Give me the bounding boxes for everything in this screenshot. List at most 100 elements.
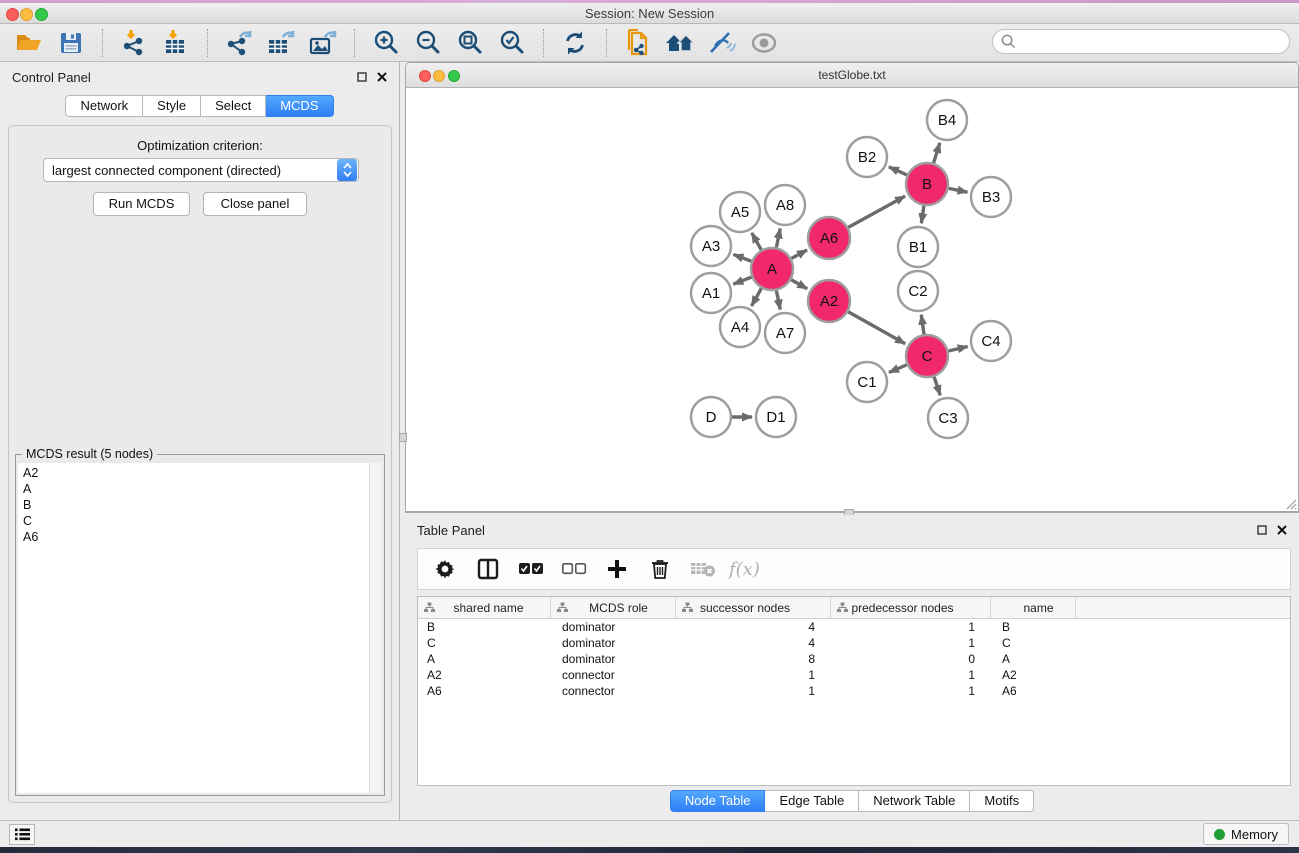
table-row[interactable]: A6connector11A6: [418, 683, 1290, 699]
tab-style[interactable]: Style: [143, 95, 201, 117]
graph-edge-A-A4[interactable]: [752, 288, 762, 306]
toolbar-separator: [102, 29, 103, 57]
close-window-button[interactable]: [6, 8, 19, 21]
criterion-select[interactable]: largest connected component (directed): [43, 158, 359, 182]
table-cell: A2: [418, 667, 551, 683]
export-network-icon[interactable]: [218, 27, 260, 59]
float-table-panel-icon[interactable]: [1257, 525, 1267, 535]
show-columns-icon[interactable]: [471, 554, 505, 584]
zoom-out-icon[interactable]: [407, 27, 449, 59]
tab-select[interactable]: Select: [201, 95, 266, 117]
deselect-all-icon[interactable]: [557, 554, 591, 584]
resize-grip-icon[interactable]: [1283, 496, 1297, 510]
hide-graphics-details-icon[interactable]: [701, 27, 743, 59]
run-mcds-button[interactable]: Run MCDS: [93, 192, 190, 216]
import-table-icon[interactable]: [155, 27, 197, 59]
result-item[interactable]: B: [23, 497, 369, 513]
graph-edge-A-A8[interactable]: [776, 229, 780, 248]
close-panel-icon[interactable]: [377, 72, 387, 82]
table-cell: A6: [418, 683, 551, 699]
network-minimize-button[interactable]: [433, 70, 445, 82]
graph-node-label: A: [767, 261, 777, 278]
new-network-icon[interactable]: [617, 27, 659, 59]
network-window-titlebar[interactable]: testGlobe.txt: [406, 63, 1298, 88]
memory-button[interactable]: Memory: [1203, 823, 1289, 845]
table-row[interactable]: A2connector11A2: [418, 667, 1290, 683]
column-header-predecessor-nodes[interactable]: predecessor nodes: [831, 597, 991, 618]
show-eye-icon[interactable]: [743, 27, 785, 59]
vertical-splitter-handle[interactable]: [399, 433, 407, 442]
table-row[interactable]: Cdominator41C: [418, 635, 1290, 651]
graph-node-label: A6: [820, 230, 838, 247]
graph-edge-A-A1[interactable]: [733, 277, 751, 284]
network-zoom-button[interactable]: [448, 70, 460, 82]
graph-edge-A-A3[interactable]: [733, 254, 751, 261]
graph-edge-C-C2[interactable]: [921, 315, 924, 334]
tab-motifs[interactable]: Motifs: [970, 790, 1034, 812]
tab-node-table[interactable]: Node Table: [670, 790, 766, 812]
zoom-selected-icon[interactable]: [491, 27, 533, 59]
function-builder-icon: f(x): [729, 559, 760, 580]
zoom-window-button[interactable]: [35, 8, 48, 21]
add-column-icon[interactable]: [600, 554, 634, 584]
graph-edge-B-B3[interactable]: [949, 188, 968, 192]
search-field[interactable]: [992, 29, 1290, 54]
select-all-icon[interactable]: [514, 554, 548, 584]
result-item[interactable]: C: [23, 513, 369, 529]
zoom-in-icon[interactable]: [365, 27, 407, 59]
node-table[interactable]: shared nameMCDS rolesuccessor nodesprede…: [417, 596, 1291, 786]
minimize-window-button[interactable]: [20, 8, 33, 21]
graph-edge-A-A7[interactable]: [776, 291, 780, 310]
column-header-shared-name[interactable]: shared name: [418, 597, 551, 618]
table-cell: 1: [831, 667, 991, 683]
graph-edge-C-C3[interactable]: [934, 377, 940, 395]
graph-edge-A6-B[interactable]: [848, 196, 905, 227]
export-table-icon[interactable]: [260, 27, 302, 59]
table-cell: C: [418, 635, 551, 651]
graph-edge-A-A6[interactable]: [791, 250, 807, 259]
export-image-icon[interactable]: [302, 27, 344, 59]
graph-edge-B-B1[interactable]: [921, 206, 923, 223]
column-header-MCDS-role[interactable]: MCDS role: [551, 597, 676, 618]
float-panel-icon[interactable]: [357, 72, 367, 82]
settings-gear-icon[interactable]: [428, 554, 462, 584]
control-panel-title: Control Panel: [12, 70, 91, 85]
graph-edge-B-B2[interactable]: [889, 167, 907, 175]
import-network-icon[interactable]: [113, 27, 155, 59]
save-session-icon[interactable]: [50, 27, 92, 59]
column-header-successor-nodes[interactable]: successor nodes: [676, 597, 831, 618]
status-bar: Memory: [0, 820, 1299, 847]
tab-network-table[interactable]: Network Table: [859, 790, 970, 812]
tab-edge-table[interactable]: Edge Table: [765, 790, 859, 812]
close-table-panel-icon[interactable]: [1277, 525, 1287, 535]
graph-edge-C-C4[interactable]: [948, 346, 967, 351]
cybrowser-home-icon[interactable]: [659, 27, 701, 59]
graph-edge-A-A5[interactable]: [752, 233, 761, 250]
network-close-button[interactable]: [419, 70, 431, 82]
zoom-fit-icon[interactable]: [449, 27, 491, 59]
search-input[interactable]: [1016, 34, 1289, 49]
table-row[interactable]: Bdominator41B: [418, 619, 1290, 635]
mcds-result-list[interactable]: A2ABCA6: [18, 463, 369, 793]
result-item[interactable]: A: [23, 481, 369, 497]
tab-mcds[interactable]: MCDS: [266, 95, 333, 117]
refresh-layout-icon[interactable]: [554, 27, 596, 59]
tab-network[interactable]: Network: [65, 95, 143, 117]
delete-column-icon[interactable]: [643, 554, 677, 584]
graph-edge-A2-C[interactable]: [848, 312, 905, 344]
result-scrollbar[interactable]: [369, 463, 382, 793]
graph-edge-A-A2[interactable]: [791, 280, 807, 289]
result-item[interactable]: A2: [23, 465, 369, 481]
graph-edge-C-C1[interactable]: [889, 365, 907, 373]
table-cell: A6: [991, 683, 1076, 699]
network-graph[interactable]: B4B2BB3A5A8A6B1A3AA1C2A2A4A7C4CC1C3DD1: [406, 88, 1298, 511]
close-panel-button[interactable]: Close panel: [203, 192, 307, 216]
task-history-button[interactable]: [9, 824, 35, 845]
table-row[interactable]: Adominator80A: [418, 651, 1290, 667]
open-session-icon[interactable]: [8, 27, 50, 59]
result-item[interactable]: A6: [23, 529, 369, 545]
column-header-name[interactable]: name: [991, 597, 1076, 618]
graph-node-label: B1: [909, 239, 927, 256]
graph-edge-B-B4[interactable]: [934, 143, 940, 163]
network-canvas[interactable]: B4B2BB3A5A8A6B1A3AA1C2A2A4A7C4CC1C3DD1: [406, 88, 1298, 511]
